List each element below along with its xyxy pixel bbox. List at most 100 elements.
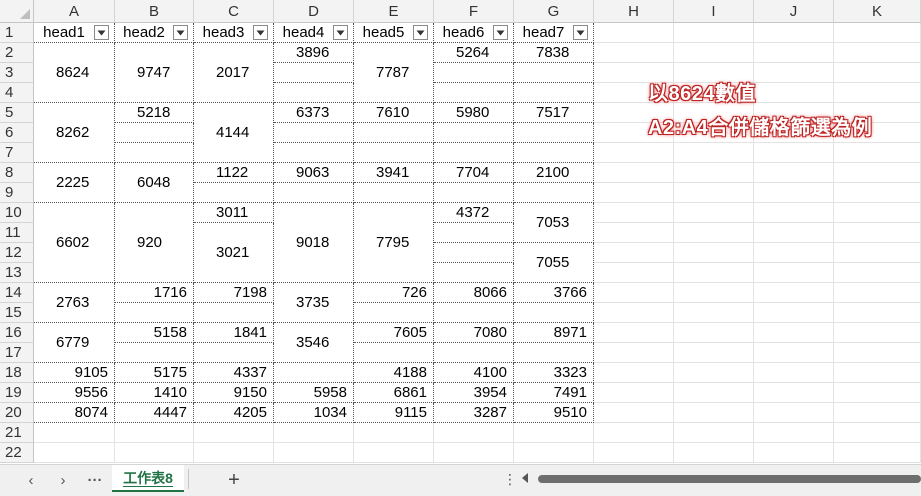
cell-e20[interactable]: 9115 (354, 403, 434, 423)
cell-a18[interactable]: 9105 (34, 363, 115, 383)
add-sheet-button[interactable]: + (222, 469, 246, 491)
cell-g3[interactable] (514, 63, 594, 83)
cell-b2-b4[interactable]: 9747 (115, 43, 194, 103)
row-header-7[interactable]: 7 (0, 143, 34, 163)
row-header-18[interactable]: 18 (0, 363, 34, 383)
row-header-13[interactable]: 13 (0, 263, 34, 283)
cell-d9[interactable] (274, 183, 354, 203)
column-header-a[interactable]: A (34, 0, 115, 23)
cell-c15[interactable] (194, 303, 274, 323)
cell-b8-b9[interactable]: 6048 (115, 163, 194, 203)
worksheet-grid[interactable]: ABCDEFGHIJK 1 2 3 4 5 6 7 8 9 10 11 12 13 14 15 16 17 18 1… (0, 0, 921, 464)
filter-dropdown-icon[interactable] (333, 25, 348, 40)
row-header-4[interactable]: 4 (0, 83, 34, 103)
cell-c16[interactable]: 1841 (194, 323, 274, 343)
column-header-g[interactable]: G (514, 0, 594, 23)
cell-f18[interactable]: 4100 (434, 363, 514, 383)
cell-d3[interactable] (274, 63, 354, 83)
column-header-k[interactable]: K (834, 0, 921, 23)
cell-a8-a9[interactable]: 2225 (34, 163, 115, 203)
cell-c5-c7[interactable]: 4144 (194, 103, 274, 163)
row-header-17[interactable]: 17 (0, 343, 34, 363)
row-header-10[interactable]: 10 (0, 203, 34, 223)
filter-dropdown-icon[interactable] (94, 25, 109, 40)
row-header-12[interactable]: 12 (0, 243, 34, 263)
cell-e15[interactable] (354, 303, 434, 323)
cell-e2-e4[interactable]: 7787 (354, 43, 434, 103)
cell-c9[interactable] (194, 183, 274, 203)
cell-e10-e13[interactable]: 7795 (354, 203, 434, 283)
cell-f20[interactable]: 3287 (434, 403, 514, 423)
cell-g2[interactable]: 7838 (514, 43, 594, 63)
cell-g14[interactable]: 3766 (514, 283, 594, 303)
cell-d14-d15[interactable]: 3735 (274, 283, 354, 323)
cell-c10[interactable]: 3011 (194, 203, 274, 223)
cell-d5[interactable]: 6373 (274, 103, 354, 123)
cell-g16[interactable]: 8971 (514, 323, 594, 343)
cell-c11-c13[interactable]: 3021 (194, 223, 274, 283)
cell-e17[interactable] (354, 343, 434, 363)
cell-d2[interactable]: 3896 (274, 43, 354, 63)
cell-g18[interactable]: 3323 (514, 363, 594, 383)
cell-g5[interactable]: 7517 (514, 103, 594, 123)
cell-f6[interactable] (434, 123, 514, 143)
column-header-c[interactable]: C (194, 0, 274, 23)
row-header-3[interactable]: 3 (0, 63, 34, 83)
cell-f4[interactable] (434, 83, 514, 103)
tab-sheet8[interactable]: 工作表8 (112, 465, 184, 492)
cell-g8[interactable]: 2100 (514, 163, 594, 183)
cell-e19[interactable]: 6861 (354, 383, 434, 403)
cell-f16[interactable]: 7080 (434, 323, 514, 343)
cell-b5[interactable]: 5218 (115, 103, 194, 123)
cell-a2-a4[interactable]: 8624 (34, 43, 115, 103)
header-cell-e[interactable]: head5 (354, 23, 434, 43)
cell-b20[interactable]: 4447 (115, 403, 194, 423)
cell-f3[interactable] (434, 63, 514, 83)
cell-b14[interactable]: 1716 (115, 283, 194, 303)
cell-b6[interactable] (115, 123, 194, 143)
cell-f11[interactable] (434, 223, 514, 243)
column-header-f[interactable]: F (434, 0, 514, 23)
horizontal-scrollbar-thumb[interactable] (538, 475, 921, 483)
row-header-20[interactable]: 20 (0, 403, 34, 423)
row-header-21[interactable]: 21 (0, 423, 34, 443)
prev-sheet-button[interactable]: ‹ (20, 471, 42, 491)
cell-c18[interactable]: 4337 (194, 363, 274, 383)
row-header-16[interactable]: 16 (0, 323, 34, 343)
header-cell-a[interactable]: head1 (34, 23, 115, 43)
column-header-d[interactable]: D (274, 0, 354, 23)
cell-b16[interactable]: 5158 (115, 323, 194, 343)
cell-g4[interactable] (514, 83, 594, 103)
cell-a10-a13[interactable]: 6602 (34, 203, 115, 283)
cell-b7[interactable] (115, 143, 194, 163)
cell-d20[interactable]: 1034 (274, 403, 354, 423)
cell-g12-g13[interactable]: 7055 (514, 243, 594, 283)
cell-c8[interactable]: 1122 (194, 163, 274, 183)
cell-d7[interactable] (274, 143, 354, 163)
cell-g15[interactable] (514, 303, 594, 323)
header-cell-c[interactable]: head3 (194, 23, 274, 43)
cell-g7[interactable] (514, 143, 594, 163)
cell-d16-d17[interactable]: 3546 (274, 323, 354, 363)
cell-c17[interactable] (194, 343, 274, 363)
cell-c2-c4[interactable]: 2017 (194, 43, 274, 103)
cell-c19[interactable]: 9150 (194, 383, 274, 403)
cell-g9[interactable] (514, 183, 594, 203)
row-header-15[interactable]: 15 (0, 303, 34, 323)
cell-f17[interactable] (434, 343, 514, 363)
cell-a19[interactable]: 9556 (34, 383, 115, 403)
column-header-b[interactable]: B (115, 0, 194, 23)
row-header-19[interactable]: 19 (0, 383, 34, 403)
row-header-2[interactable]: 2 (0, 43, 34, 63)
cell-c20[interactable]: 4205 (194, 403, 274, 423)
filter-dropdown-icon[interactable] (413, 25, 428, 40)
cell-b17[interactable] (115, 343, 194, 363)
cell-f14[interactable]: 8066 (434, 283, 514, 303)
cell-e18[interactable]: 4188 (354, 363, 434, 383)
cell-e9[interactable] (354, 183, 434, 203)
cell-d8[interactable]: 9063 (274, 163, 354, 183)
cell-d10-d13[interactable]: 9018 (274, 203, 354, 283)
cell-g6[interactable] (514, 123, 594, 143)
header-cell-b[interactable]: head2 (115, 23, 194, 43)
row-header-6[interactable]: 6 (0, 123, 34, 143)
